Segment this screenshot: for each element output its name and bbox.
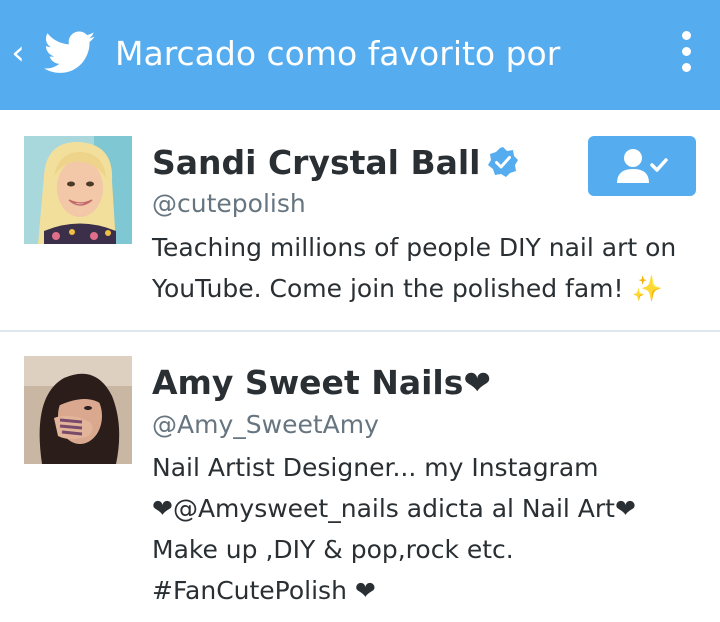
following-button[interactable] [588,136,696,196]
user-handle[interactable]: @cutepolish [152,188,306,220]
bio-line: YouTube. Come join the polished fam! ✨ [152,274,663,303]
user-bio: Teaching millions of people DIY nail art… [152,227,712,309]
user-bio: Nail Artist Designer... my Instagram ❤@A… [152,447,712,611]
back-arrow-icon[interactable]: ‹ [8,36,28,72]
user-handle[interactable]: @Amy_SweetAmy [152,409,379,441]
following-check-icon [617,149,668,183]
verified-badge-icon [487,146,518,177]
avatar[interactable] [24,356,132,464]
bio-line: Make up ,DIY & pop,rock etc. [152,535,514,564]
divider [0,330,720,332]
overflow-menu-icon[interactable] [676,31,696,79]
user-name[interactable]: Amy Sweet Nails❤ [152,363,491,403]
bio-line: ❤@Amysweet_nails adicta al Nail Art❤ [152,494,636,523]
page-title: Marcado como favorito por [115,34,561,73]
twitter-bird-icon[interactable] [44,31,96,75]
bio-line: Teaching millions of people DIY nail art… [152,233,677,262]
top-app-bar: ‹ Marcado como favorito por [0,0,720,110]
avatar[interactable] [24,136,132,244]
bio-line: #FanCutePolish ❤ [152,576,376,605]
bio-line: Nail Artist Designer... my Instagram [152,453,599,482]
user-name[interactable]: Sandi Crystal Ball [152,143,519,183]
